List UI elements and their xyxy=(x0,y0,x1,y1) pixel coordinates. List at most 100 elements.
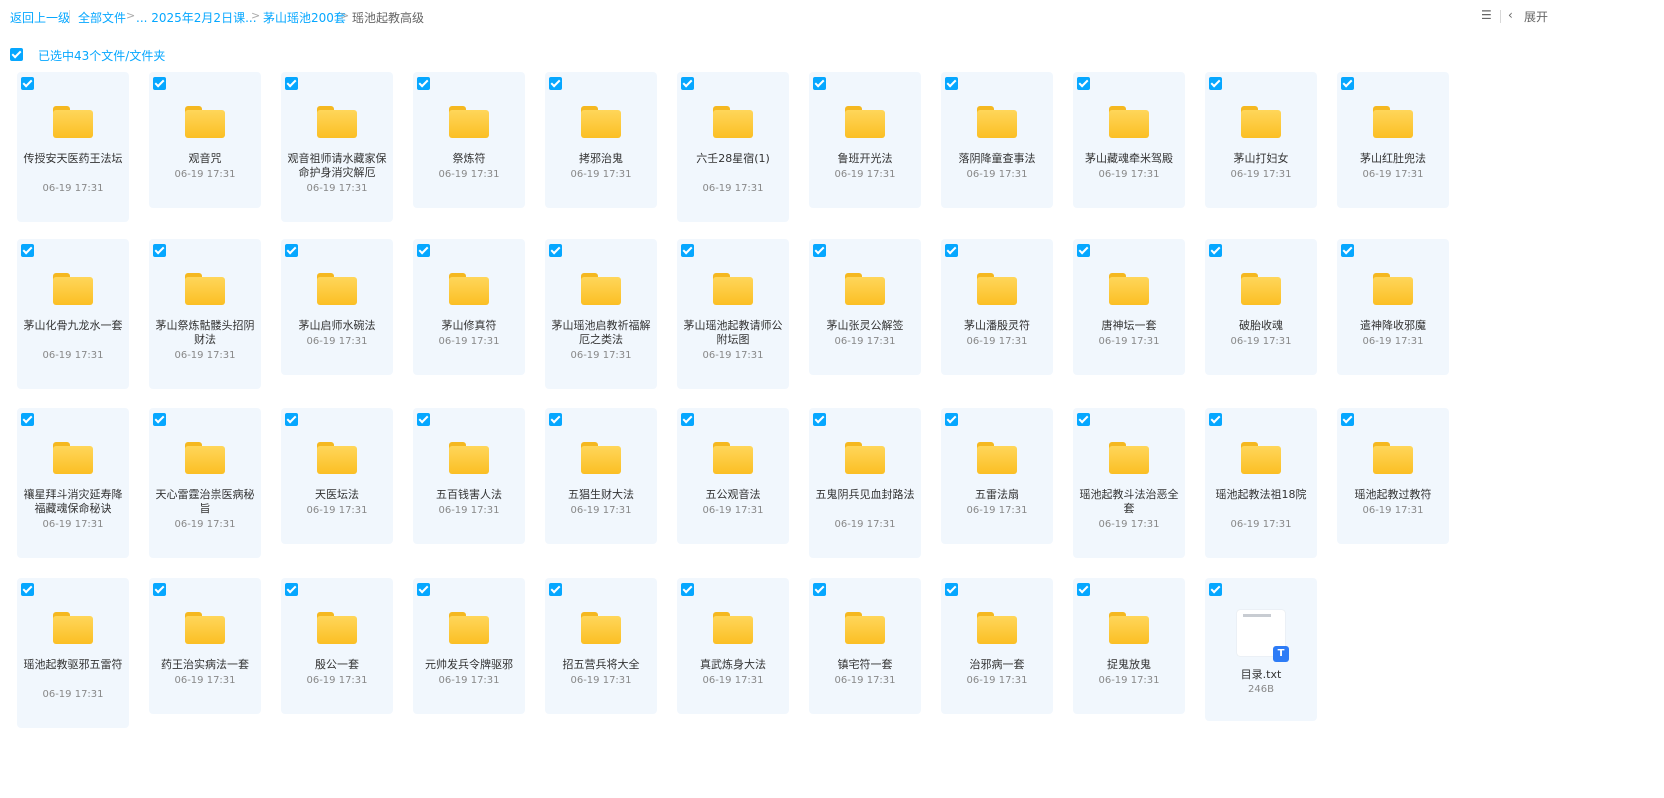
item-checkbox[interactable] xyxy=(417,77,430,90)
folder-item[interactable]: 五百钱害人法 06-19 17:31 xyxy=(413,408,525,544)
item-checkbox[interactable] xyxy=(153,244,166,257)
folder-item[interactable]: 五雷法扇 06-19 17:31 xyxy=(941,408,1053,544)
folder-item[interactable]: 破胎收魂 06-19 17:31 xyxy=(1205,239,1317,375)
folder-item[interactable]: 传授安天医药王法坛 06-19 17:31 xyxy=(17,72,129,222)
item-checkbox[interactable] xyxy=(681,583,694,596)
item-checkbox[interactable] xyxy=(1341,77,1354,90)
item-checkbox[interactable] xyxy=(285,413,298,426)
item-checkbox[interactable] xyxy=(549,77,562,90)
item-checkbox[interactable] xyxy=(1209,583,1222,596)
item-checkbox[interactable] xyxy=(153,77,166,90)
item-checkbox[interactable] xyxy=(21,413,34,426)
expand-button[interactable]: 展开 xyxy=(1524,8,1548,25)
folder-item[interactable]: 茅山张灵公解签 06-19 17:31 xyxy=(809,239,921,375)
item-checkbox[interactable] xyxy=(417,244,430,257)
item-checkbox[interactable] xyxy=(153,413,166,426)
item-checkbox[interactable] xyxy=(681,77,694,90)
item-checkbox[interactable] xyxy=(813,583,826,596)
folder-body xyxy=(317,110,357,138)
folder-item[interactable]: 观音祖师请水藏家保命护身消灾解厄 06-19 17:31 xyxy=(281,72,393,222)
folder-item[interactable]: 六壬28星宿(1) 06-19 17:31 xyxy=(677,72,789,222)
folder-item[interactable]: 茅山启师水碗法 06-19 17:31 xyxy=(281,239,393,375)
folder-item[interactable]: 茅山潘殷灵符 06-19 17:31 xyxy=(941,239,1053,375)
item-checkbox[interactable] xyxy=(1077,244,1090,257)
item-checkbox[interactable] xyxy=(945,244,958,257)
folder-item[interactable]: 天心雷霆治祟医病秘旨 06-19 17:31 xyxy=(149,408,261,558)
item-checkbox[interactable] xyxy=(813,77,826,90)
item-checkbox[interactable] xyxy=(549,244,562,257)
folder-item[interactable]: 观音咒 06-19 17:31 xyxy=(149,72,261,208)
folder-item[interactable]: 殷公一套 06-19 17:31 xyxy=(281,578,393,714)
folder-item[interactable]: 茅山祭炼骷髅头招阴财法 06-19 17:31 xyxy=(149,239,261,389)
chevron-left-icon[interactable]: ‹ xyxy=(1508,8,1513,22)
breadcrumb-all-files[interactable]: 全部文件 xyxy=(78,9,126,26)
folder-icon xyxy=(1241,106,1281,138)
item-checkbox[interactable] xyxy=(1209,413,1222,426)
folder-item[interactable]: 天医坛法 06-19 17:31 xyxy=(281,408,393,544)
folder-item[interactable]: 茅山红肚兜法 06-19 17:31 xyxy=(1337,72,1449,208)
item-checkbox[interactable] xyxy=(945,583,958,596)
folder-item[interactable]: 祭炼符 06-19 17:31 xyxy=(413,72,525,208)
folder-item[interactable]: 茅山藏魂牵米驾殿 06-19 17:31 xyxy=(1073,72,1185,208)
folder-item[interactable]: 拷邪治鬼 06-19 17:31 xyxy=(545,72,657,208)
item-checkbox[interactable] xyxy=(945,77,958,90)
folder-body xyxy=(581,616,621,644)
item-checkbox[interactable] xyxy=(681,244,694,257)
item-checkbox[interactable] xyxy=(417,413,430,426)
item-checkbox[interactable] xyxy=(1077,77,1090,90)
folder-item[interactable]: 禳星拜斗消灾延寿降福藏魂保命秘诀 06-19 17:31 xyxy=(17,408,129,558)
item-checkbox[interactable] xyxy=(21,244,34,257)
folder-item[interactable]: 五鬼阴兵见血封路法 06-19 17:31 xyxy=(809,408,921,558)
breadcrumb-parent[interactable]: 茅山瑶池200套 xyxy=(263,9,346,26)
folder-item[interactable]: 镇宅符一套 06-19 17:31 xyxy=(809,578,921,714)
item-checkbox[interactable] xyxy=(21,583,34,596)
folder-item[interactable]: 瑶池起教法祖18院 06-19 17:31 xyxy=(1205,408,1317,558)
back-link[interactable]: 返回上一级 xyxy=(10,9,70,26)
folder-item[interactable]: 元帅发兵令牌驱邪 06-19 17:31 xyxy=(413,578,525,714)
item-checkbox[interactable] xyxy=(549,583,562,596)
folder-item[interactable]: 招五营兵将大全 06-19 17:31 xyxy=(545,578,657,714)
folder-item[interactable]: 瑶池起教斗法治恶全套 06-19 17:31 xyxy=(1073,408,1185,558)
item-checkbox[interactable] xyxy=(813,244,826,257)
list-view-icon[interactable]: ☰ xyxy=(1481,8,1492,22)
folder-item[interactable]: 茅山打妇女 06-19 17:31 xyxy=(1205,72,1317,208)
folder-item[interactable]: 唐神坛一套 06-19 17:31 xyxy=(1073,239,1185,375)
folder-item[interactable]: 真武炼身大法 06-19 17:31 xyxy=(677,578,789,714)
item-checkbox[interactable] xyxy=(285,77,298,90)
item-checkbox[interactable] xyxy=(1341,244,1354,257)
item-checkbox[interactable] xyxy=(285,583,298,596)
select-all-checkbox[interactable] xyxy=(10,48,23,61)
item-checkbox[interactable] xyxy=(153,583,166,596)
item-checkbox[interactable] xyxy=(1077,413,1090,426)
folder-item[interactable]: 五猖生财大法 06-19 17:31 xyxy=(545,408,657,544)
item-checkbox[interactable] xyxy=(945,413,958,426)
item-time: 06-19 17:31 xyxy=(42,689,104,700)
folder-item[interactable]: 鲁班开光法 06-19 17:31 xyxy=(809,72,921,208)
folder-item[interactable]: 茅山化骨九龙水一套 06-19 17:31 xyxy=(17,239,129,389)
folder-item[interactable]: 茅山修真符 06-19 17:31 xyxy=(413,239,525,375)
folder-item[interactable]: 茅山瑶池启教祈福解厄之类法 06-19 17:31 xyxy=(545,239,657,389)
item-checkbox[interactable] xyxy=(1341,413,1354,426)
item-checkbox[interactable] xyxy=(21,77,34,90)
item-checkbox[interactable] xyxy=(1209,77,1222,90)
item-checkbox[interactable] xyxy=(681,413,694,426)
item-checkbox[interactable] xyxy=(549,413,562,426)
item-checkbox[interactable] xyxy=(813,413,826,426)
item-name: 瑶池起教法祖18院 xyxy=(1215,488,1307,501)
folder-item[interactable]: 瑶池起教驱邪五雷符 06-19 17:31 xyxy=(17,578,129,728)
breadcrumb-ellipsis[interactable]: ... 2025年2月2日课... xyxy=(136,9,257,26)
folder-item[interactable]: 瑶池起教过教符 06-19 17:31 xyxy=(1337,408,1449,544)
file-item[interactable]: T 目录.txt 246B xyxy=(1205,578,1317,721)
item-checkbox[interactable] xyxy=(417,583,430,596)
item-checkbox[interactable] xyxy=(1077,583,1090,596)
item-name: 目录.txt xyxy=(1240,668,1282,681)
folder-item[interactable]: 捉鬼放鬼 06-19 17:31 xyxy=(1073,578,1185,714)
folder-item[interactable]: 落阴降童查事法 06-19 17:31 xyxy=(941,72,1053,208)
folder-item[interactable]: 治邪病一套 06-19 17:31 xyxy=(941,578,1053,714)
folder-item[interactable]: 遣神降收邪魔 06-19 17:31 xyxy=(1337,239,1449,375)
item-checkbox[interactable] xyxy=(1209,244,1222,257)
folder-item[interactable]: 五公观音法 06-19 17:31 xyxy=(677,408,789,544)
folder-item[interactable]: 茅山瑶池起教请师公附坛图 06-19 17:31 xyxy=(677,239,789,389)
item-checkbox[interactable] xyxy=(285,244,298,257)
folder-item[interactable]: 药王治实病法一套 06-19 17:31 xyxy=(149,578,261,714)
